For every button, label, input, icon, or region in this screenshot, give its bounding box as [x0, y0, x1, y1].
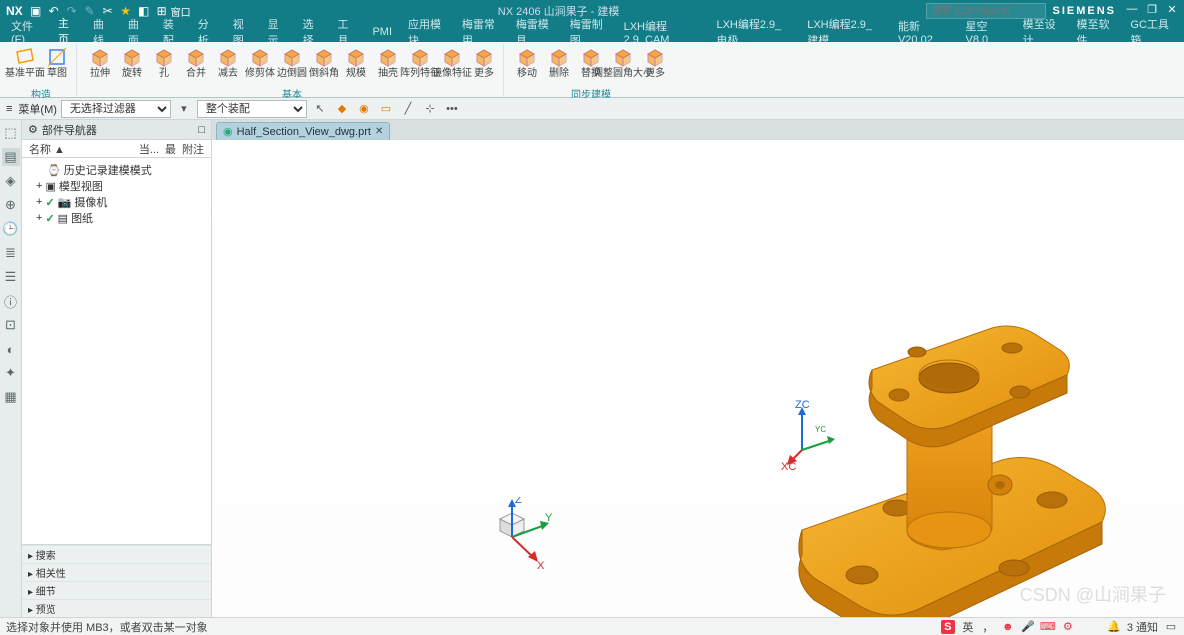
roles-icon[interactable]: ☰: [2, 268, 20, 286]
tool-icon[interactable]: ⊡: [2, 316, 20, 334]
ribbon-孔[interactable]: 孔: [149, 44, 179, 86]
misc2-icon[interactable]: ✦: [2, 364, 20, 382]
scope-select[interactable]: 整个装配: [197, 100, 307, 118]
ribbon-边倒圆[interactable]: 边倒圆: [277, 44, 307, 86]
misc3-icon[interactable]: ▦: [2, 388, 20, 406]
tool-icon[interactable]: ◉: [355, 100, 373, 118]
ime-kbd-icon[interactable]: ⌨: [1041, 620, 1055, 634]
svg-text:X: X: [537, 560, 545, 572]
viewport[interactable]: ZC YC XC Z Y X: [212, 140, 1184, 617]
ribbon-合并[interactable]: 合并: [181, 44, 211, 86]
part-nav-icon[interactable]: ▤: [2, 148, 20, 166]
document-tab-strip: ◉ Half_Section_View_dwg.prt ✕: [212, 120, 1184, 140]
ribbon-旋转[interactable]: 旋转: [117, 44, 147, 86]
box-icon[interactable]: ▭: [377, 100, 395, 118]
navigator-columns[interactable]: 名称 ▲当...最附注: [22, 140, 211, 158]
ime-sogou-icon[interactable]: S: [941, 620, 955, 634]
ribbon-减去[interactable]: 减去: [213, 44, 243, 86]
ribbon-修剪体[interactable]: 修剪体: [245, 44, 275, 86]
tree-item[interactable]: ⌚历史记录建模模式: [26, 162, 207, 178]
navigator-title: 部件导航器: [42, 122, 97, 138]
reuse-icon[interactable]: ◈: [2, 172, 20, 190]
watermark: CSDN @山涧果子: [1020, 581, 1166, 607]
nav-section[interactable]: ▸ 搜索: [22, 545, 211, 563]
notification-count[interactable]: 3 通知: [1127, 619, 1158, 635]
ribbon-group-basic: 拉伸旋转孔合并减去修剪体边倒圆倒斜角规模抽壳阵列特征镜像特征更多 基本: [81, 44, 504, 96]
menu-10[interactable]: PMI: [369, 24, 395, 40]
bell-icon[interactable]: 🔔: [1107, 620, 1121, 634]
qat-redo-icon[interactable]: ↷: [63, 2, 81, 20]
status-hint: 选择对象并使用 MB3，或者双击某一对象: [6, 619, 208, 635]
ribbon-group-sync: 移动删除替换调整圆角大小更多 同步建模: [508, 44, 674, 96]
gear-icon[interactable]: ⚙: [28, 123, 38, 136]
menu-bar: 文件(F)主页曲线曲面装配分析视图显示选择工具PMI应用模块梅雷常用梅雷模具梅雷…: [0, 22, 1184, 42]
selection-filter-bar: ≡ 菜单(M) 无选择过滤器 ▾ 整个装配 ↖ ◆ ◉ ▭ ╱ ⊹ •••: [0, 98, 1184, 120]
pointer-icon[interactable]: ↖: [311, 100, 329, 118]
snap-icon[interactable]: ⊹: [421, 100, 439, 118]
status-flag-icon[interactable]: ▭: [1164, 620, 1178, 634]
assembly-nav-icon[interactable]: ⬚: [2, 124, 20, 142]
nav-section[interactable]: ▸ 相关性: [22, 563, 211, 581]
ime-lang-icon[interactable]: 英: [961, 620, 975, 634]
highlight-icon[interactable]: ◆: [333, 100, 351, 118]
tree-item[interactable]: +✓▤图纸: [26, 210, 207, 226]
ribbon: 基准平面 草图 构造 拉伸旋转孔合并减去修剪体边倒圆倒斜角规模抽壳阵列特征镜像特…: [0, 42, 1184, 98]
part-icon: ◉: [223, 125, 233, 138]
ribbon-调整圆角大小[interactable]: 调整圆角大小: [608, 44, 638, 86]
ribbon-移动[interactable]: 移动: [512, 44, 542, 86]
navigator-bottom: ▸ 搜索▸ 相关性▸ 细节▸ 预览: [22, 544, 211, 617]
workspace: ⬚ ▤ ◈ ⊕ 🕒 ≣ ☰ ⓘ ⊡ ◐ ✦ ▦ ⚙ 部件导航器 □ 名称 ▲当.…: [0, 120, 1184, 617]
part-navigator: ⚙ 部件导航器 □ 名称 ▲当...最附注 ⌚历史记录建模模式+▣模型视图+✓📷…: [22, 120, 212, 617]
qat-edit-icon[interactable]: ✎: [81, 2, 99, 20]
graphics-area: ◉ Half_Section_View_dwg.prt ✕: [212, 120, 1184, 617]
ribbon-拉伸[interactable]: 拉伸: [85, 44, 115, 86]
svg-text:Y: Y: [545, 512, 553, 524]
ribbon-阵列特征[interactable]: 阵列特征: [405, 44, 435, 86]
ribbon-替换[interactable]: 替换: [576, 44, 606, 86]
collapse-icon[interactable]: □: [198, 124, 205, 136]
navigator-tree: ⌚历史记录建模模式+▣模型视图+✓📷摄像机+✓▤图纸: [22, 158, 211, 544]
ribbon-倒斜角[interactable]: 倒斜角: [309, 44, 339, 86]
info-icon[interactable]: ⓘ: [2, 292, 20, 310]
line-icon[interactable]: ╱: [399, 100, 417, 118]
ribbon-更多[interactable]: 更多: [469, 44, 499, 86]
menu-button[interactable]: 菜单(M): [18, 101, 57, 117]
tree-item[interactable]: +✓📷摄像机: [26, 194, 207, 210]
navigator-header: ⚙ 部件导航器 □: [22, 120, 211, 140]
ime-punct-icon[interactable]: ，: [981, 620, 995, 634]
tab-close-icon[interactable]: ✕: [375, 126, 383, 137]
nav-section[interactable]: ▸ 细节: [22, 581, 211, 599]
svg-text:Z: Z: [515, 497, 522, 506]
view-triad[interactable]: Z Y X: [487, 497, 557, 577]
document-tab[interactable]: ◉ Half_Section_View_dwg.prt ✕: [216, 122, 390, 140]
tree-item[interactable]: +▣模型视图: [26, 178, 207, 194]
sketch-button[interactable]: 草图: [42, 44, 72, 86]
document-tab-label: Half_Section_View_dwg.prt: [237, 126, 371, 138]
datum-plane-button[interactable]: 基准平面: [10, 44, 40, 86]
constraint-icon[interactable]: ⊕: [2, 196, 20, 214]
ime-set-icon[interactable]: ⚙: [1061, 620, 1075, 634]
filter-icon[interactable]: ▾: [175, 100, 193, 118]
ribbon-更多[interactable]: 更多: [640, 44, 670, 86]
ime-mic-icon[interactable]: 🎤: [1021, 620, 1035, 634]
wcs-triad[interactable]: ZC YC XC: [787, 405, 837, 465]
more-icon[interactable]: •••: [443, 100, 461, 118]
layer-icon[interactable]: ≣: [2, 244, 20, 262]
ribbon-group-construct: 基准平面 草图 构造: [6, 44, 77, 96]
ribbon-抽壳[interactable]: 抽壳: [373, 44, 403, 86]
ribbon-镜像特征[interactable]: 镜像特征: [437, 44, 467, 86]
ribbon-规模[interactable]: 规模: [341, 44, 371, 86]
history-icon[interactable]: 🕒: [2, 220, 20, 238]
ime-emo-icon[interactable]: ☻: [1001, 620, 1015, 634]
status-bar: 选择对象并使用 MB3，或者双击某一对象 S 英 ， ☻ 🎤 ⌨ ⚙ 🔔 3 通…: [0, 617, 1184, 635]
nav-section[interactable]: ▸ 预览: [22, 599, 211, 617]
left-resource-bar: ⬚ ▤ ◈ ⊕ 🕒 ≣ ☰ ⓘ ⊡ ◐ ✦ ▦: [0, 120, 22, 617]
ribbon-删除[interactable]: 删除: [544, 44, 574, 86]
selection-filter-select[interactable]: 无选择过滤器: [61, 100, 171, 118]
misc1-icon[interactable]: ◐: [2, 340, 20, 358]
